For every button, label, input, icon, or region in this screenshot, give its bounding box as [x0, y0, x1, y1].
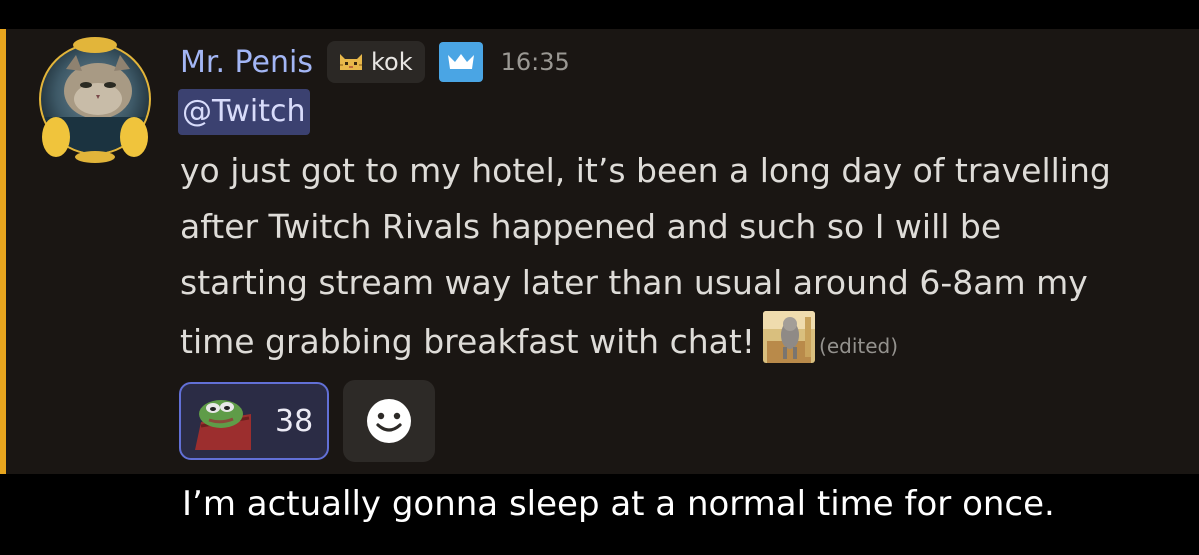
discord-message: Mr. Penis kok 16:35 @Twitch yo just got …: [0, 29, 1199, 474]
cat-emoji[interactable]: [763, 311, 816, 363]
message-body: yo just got to my hotel, it’s been a lon…: [180, 143, 1170, 374]
cat-face-icon: [340, 54, 362, 70]
reaction-bar: 38: [179, 380, 435, 462]
server-tag[interactable]: kok: [327, 41, 425, 83]
mention-twitch[interactable]: @Twitch: [178, 89, 310, 135]
username[interactable]: Mr. Penis: [180, 45, 313, 80]
message-line: starting stream way later than usual aro…: [180, 263, 1088, 302]
edited-label: (edited): [819, 334, 899, 358]
message-line: after Twitch Rivals happened and such so…: [180, 207, 1002, 246]
message-header: Mr. Penis kok 16:35: [180, 39, 570, 85]
caption-text: I’m actually gonna sleep at a normal tim…: [182, 484, 1055, 524]
crown-icon[interactable]: [438, 42, 483, 82]
server-tag-label: kok: [371, 48, 413, 76]
add-reaction-button[interactable]: [343, 380, 435, 462]
pepe-emoji: [195, 400, 251, 450]
smiley-icon: [367, 399, 411, 443]
pepe-reaction-button[interactable]: 38: [179, 382, 329, 460]
message-line-last: time grabbing breakfast with chat! (edit…: [180, 311, 1170, 374]
message-line: yo just got to my hotel, it’s been a lon…: [180, 151, 1111, 190]
timestamp[interactable]: 16:35: [501, 48, 570, 76]
avatar[interactable]: [36, 33, 154, 165]
reaction-count: 38: [275, 403, 314, 439]
message-line: time grabbing breakfast with chat!: [180, 322, 756, 361]
mention-highlight-bar: [0, 29, 6, 474]
